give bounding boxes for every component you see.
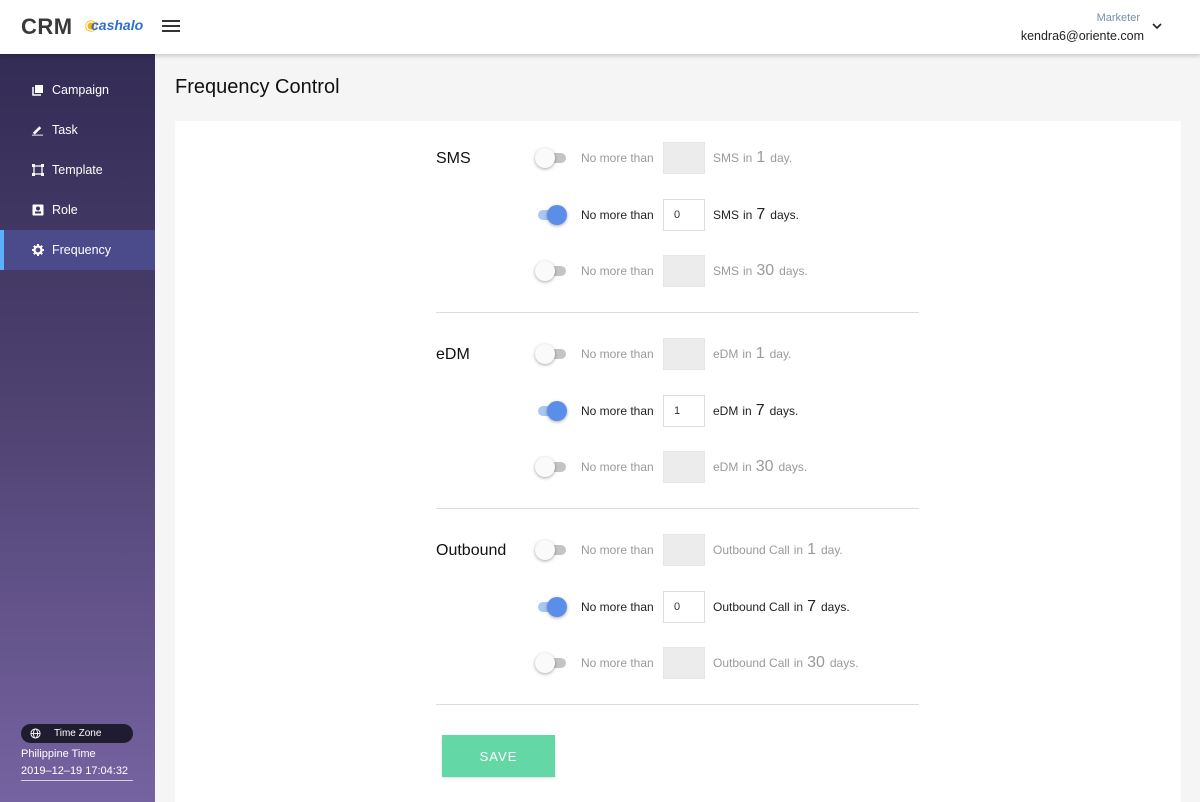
frequency-rule-row: No more than Outbound Call in 1 day.	[535, 533, 843, 567]
top-header: CRM cashalo Marketer kendra6@oriente.com	[0, 0, 1200, 54]
period-number: 7	[756, 206, 766, 223]
rule-toggle[interactable]	[535, 205, 567, 225]
frequency-rule-row: No more than eDMin7days.	[535, 394, 798, 428]
section-title-sms: SMS	[436, 150, 471, 167]
period-text: eDM in 30 days.	[713, 458, 808, 475]
sidebar-item-frequency[interactable]: Frequency	[0, 230, 155, 270]
period-number: 1	[756, 149, 766, 166]
crm-logo: CRM	[21, 14, 73, 39]
limit-input[interactable]	[663, 255, 705, 287]
sidebar-item-template[interactable]: Template	[0, 150, 155, 190]
period-number: 1	[807, 541, 816, 558]
id-card-icon	[31, 204, 44, 217]
limit-input[interactable]	[663, 591, 705, 623]
section-divider	[436, 508, 919, 509]
frequency-rule-row: No more than SMS in 1 day.	[535, 141, 792, 175]
limit-input[interactable]	[663, 451, 705, 483]
rule-toggle[interactable]	[535, 401, 567, 421]
section-divider	[436, 704, 919, 705]
hamburger-menu-icon[interactable]	[162, 20, 180, 34]
section-divider	[436, 312, 919, 313]
rule-toggle[interactable]	[535, 457, 567, 477]
period-number: 30	[807, 654, 825, 671]
period-text: eDM in 7 days.	[713, 402, 799, 419]
rule-toggle[interactable]	[535, 540, 567, 560]
rule-toggle[interactable]	[535, 148, 567, 168]
rule-label: No more than	[581, 600, 654, 614]
period-text: eDM in 1 day.	[713, 345, 792, 362]
rule-label: No more than	[581, 151, 654, 165]
rule-label: No more than	[581, 543, 654, 557]
rule-label: No more than	[581, 656, 654, 670]
period-text: Outbound Call in 7 days.	[713, 598, 850, 615]
user-email[interactable]: kendra6@oriente.com	[1021, 29, 1144, 43]
limit-input[interactable]	[663, 338, 705, 370]
user-role: Marketer	[1096, 12, 1140, 24]
sidebar: Campaign Task Template Role Frequency Ti…	[0, 54, 155, 802]
limit-input[interactable]	[663, 534, 705, 566]
period-text: SMS in 30 days.	[713, 262, 808, 279]
rule-toggle[interactable]	[535, 653, 567, 673]
rule-label: No more than	[581, 264, 654, 278]
period-number: 7	[755, 402, 765, 419]
frequency-rule-row: No more than SMSin7days.	[535, 198, 799, 232]
limit-input[interactable]	[663, 142, 705, 174]
frequency-rule-row: No more than SMS in 30 days.	[535, 254, 808, 288]
period-number: 1	[755, 345, 765, 362]
frequency-rule-row: No more than Outbound Call in 30 days.	[535, 646, 859, 680]
time-zone-button[interactable]: Time Zone	[21, 724, 133, 743]
period-text: SMS in 7 days.	[713, 206, 799, 223]
chevron-down-icon[interactable]	[1152, 21, 1162, 31]
rule-label: No more than	[581, 404, 654, 418]
frequency-rule-row: No more than eDM in 30 days.	[535, 450, 807, 484]
sidebar-item-task[interactable]: Task	[0, 110, 155, 150]
rule-label: No more than	[581, 460, 654, 474]
rule-label: No more than	[581, 208, 654, 222]
sidebar-item-campaign[interactable]: Campaign	[0, 70, 155, 110]
limit-input[interactable]	[663, 395, 705, 427]
rule-toggle[interactable]	[535, 261, 567, 281]
rule-toggle[interactable]	[535, 597, 567, 617]
period-number: 30	[755, 458, 774, 475]
period-number: 7	[807, 598, 816, 615]
time-zone-datetime: 2019–12–19 17:04:32	[21, 765, 129, 777]
section-title-edm: eDM	[436, 346, 470, 363]
period-text: Outbound Call in 1 day.	[713, 541, 843, 558]
rule-label: No more than	[581, 347, 654, 361]
limit-input[interactable]	[663, 647, 705, 679]
period-text: Outbound Call in 30 days.	[713, 654, 859, 671]
pen-icon	[31, 124, 44, 137]
globe-icon	[30, 728, 41, 739]
frequency-rule-row: No more than Outbound Callin7days.	[535, 590, 850, 624]
sidebar-item-role[interactable]: Role	[0, 190, 155, 230]
gear-icon	[31, 244, 44, 257]
campaign-icon	[31, 84, 44, 97]
limit-input[interactable]	[663, 199, 705, 231]
template-icon	[31, 164, 44, 177]
divider	[21, 780, 133, 781]
period-number: 30	[756, 262, 775, 279]
time-zone-name: Philippine Time	[21, 748, 96, 760]
section-title-outbound: Outbound	[436, 542, 507, 559]
period-text: SMS in 1 day.	[713, 149, 793, 166]
rule-toggle[interactable]	[535, 344, 567, 364]
save-button[interactable]: SAVE	[442, 735, 555, 777]
frequency-rule-row: No more than eDM in 1 day.	[535, 337, 791, 371]
page-title: Frequency Control	[175, 76, 340, 98]
